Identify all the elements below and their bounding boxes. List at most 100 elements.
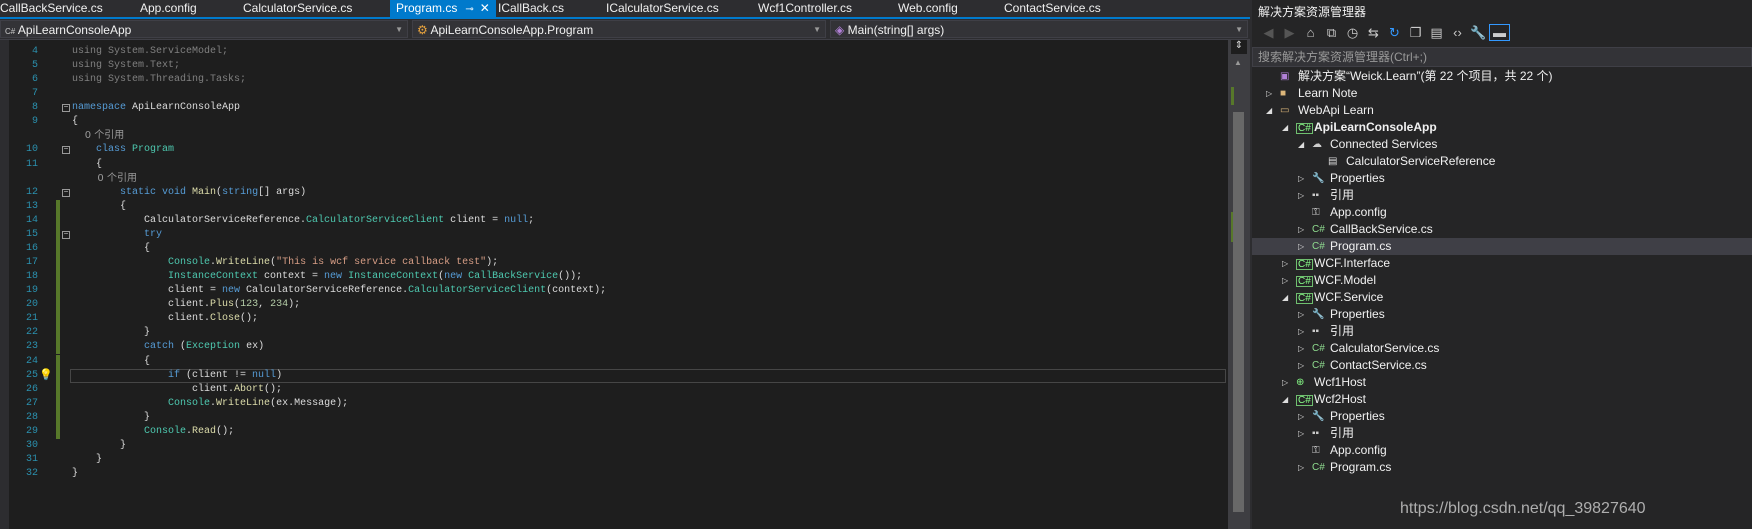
- tree-item[interactable]: ▷ 🔧 Properties: [1252, 408, 1752, 425]
- expanded-arrow-icon[interactable]: ◢: [1266, 102, 1272, 119]
- collapsed-arrow-icon[interactable]: ▷: [1298, 357, 1304, 374]
- class-dropdown[interactable]: ⚙ ApiLearnConsoleApp.Program ▼: [412, 20, 826, 38]
- tree-item[interactable]: ▷ ■ Learn Note: [1252, 85, 1752, 102]
- scrollbar-thumb[interactable]: [1233, 112, 1244, 512]
- collapse-icon[interactable]: −: [62, 230, 70, 239]
- tab-app-config[interactable]: App.config: [140, 0, 197, 17]
- tree-item[interactable]: ▷ C# WCF.Interface: [1252, 255, 1752, 272]
- collapsed-arrow-icon[interactable]: ▷: [1298, 323, 1304, 340]
- collapsed-arrow-icon[interactable]: ▷: [1298, 425, 1304, 442]
- preview-icon[interactable]: ▬: [1489, 24, 1510, 41]
- code-text[interactable]: client.Plus(123, 234);: [72, 298, 300, 312]
- tree-item[interactable]: ⚿ App.config: [1252, 442, 1752, 459]
- switch-views-icon[interactable]: ⧉: [1321, 25, 1342, 41]
- code-text[interactable]: {: [72, 242, 150, 256]
- code-text[interactable]: Console.Read();: [72, 425, 234, 439]
- code-text[interactable]: }: [72, 326, 150, 340]
- expanded-arrow-icon[interactable]: ◢: [1282, 289, 1288, 306]
- code-text[interactable]: }: [72, 411, 150, 425]
- code-text[interactable]: try: [72, 228, 162, 242]
- tree-item[interactable]: ▷ C# CallBackService.cs: [1252, 221, 1752, 238]
- code-text[interactable]: }: [72, 467, 78, 481]
- solution-search-input[interactable]: 搜索解决方案资源管理器(Ctrl+;): [1252, 47, 1752, 67]
- code-text[interactable]: namespace ApiLearnConsoleApp: [72, 101, 240, 115]
- close-icon[interactable]: ✕: [480, 1, 490, 15]
- view-code-icon[interactable]: ‹›: [1447, 25, 1468, 40]
- tab-icalculatorservice-cs[interactable]: ICalculatorService.cs: [606, 0, 719, 17]
- code-text[interactable]: Console.WriteLine("This is wcf service c…: [72, 256, 498, 270]
- tab-calculatorservice-cs[interactable]: CalculatorService.cs: [243, 0, 352, 17]
- back-icon[interactable]: ◀: [1258, 25, 1279, 41]
- tab-callbackservice-cs[interactable]: CallBackService.cs: [0, 0, 103, 17]
- collapse-icon[interactable]: −: [62, 104, 70, 113]
- tree-item[interactable]: ◢ ☁ Connected Services: [1252, 136, 1752, 153]
- tree-item[interactable]: ◢ C# Wcf2Host: [1252, 391, 1752, 408]
- tree-item[interactable]: ▷ C# CalculatorService.cs: [1252, 340, 1752, 357]
- split-window-icon[interactable]: ⇕: [1231, 40, 1247, 54]
- code-text[interactable]: {: [72, 355, 150, 369]
- tree-item[interactable]: ◢ C# WCF.Service: [1252, 289, 1752, 306]
- code-text[interactable]: {: [72, 200, 126, 214]
- collapsed-arrow-icon[interactable]: ▷: [1282, 255, 1288, 272]
- tree-item[interactable]: ▣ 解决方案“Weick.Learn”(第 22 个项目，共 22 个): [1252, 68, 1752, 85]
- tree-item[interactable]: ▷ ⊕ Wcf1Host: [1252, 374, 1752, 391]
- lightbulb-icon[interactable]: 💡: [39, 369, 53, 383]
- refresh-icon[interactable]: ↻: [1384, 25, 1405, 41]
- code-text[interactable]: client.Close();: [72, 312, 258, 326]
- code-text[interactable]: }: [72, 453, 102, 467]
- code-text[interactable]: using System.Threading.Tasks;: [72, 73, 246, 87]
- collapsed-arrow-icon[interactable]: ▷: [1298, 306, 1304, 323]
- pin-icon[interactable]: ⊸: [465, 4, 473, 15]
- collapsed-arrow-icon[interactable]: ▷: [1298, 238, 1304, 255]
- tree-item[interactable]: ▷ 🔧 Properties: [1252, 306, 1752, 323]
- expanded-arrow-icon[interactable]: ◢: [1282, 391, 1288, 408]
- code-text[interactable]: {: [72, 158, 102, 172]
- code-text[interactable]: class Program: [72, 143, 174, 157]
- code-text[interactable]: InstanceContext context = new InstanceCo…: [72, 270, 582, 284]
- tree-item[interactable]: ▷ ▪▪ 引用: [1252, 425, 1752, 442]
- code-text[interactable]: client = new CalculatorServiceReference.…: [72, 284, 606, 298]
- tree-item[interactable]: ◢ ▭ WebApi Learn: [1252, 102, 1752, 119]
- code-text[interactable]: Console.WriteLine(ex.Message);: [72, 397, 348, 411]
- collapsed-arrow-icon[interactable]: ▷: [1266, 85, 1272, 102]
- collapse-icon[interactable]: −: [62, 146, 70, 155]
- tree-item[interactable]: ◢ C# ApiLearnConsoleApp: [1252, 119, 1752, 136]
- collapsed-arrow-icon[interactable]: ▷: [1298, 459, 1304, 476]
- code-text[interactable]: {: [72, 115, 78, 129]
- expanded-arrow-icon[interactable]: ◢: [1298, 136, 1304, 153]
- sync-icon[interactable]: ⇆: [1363, 25, 1384, 41]
- code-text[interactable]: }: [72, 439, 126, 453]
- code-text[interactable]: catch (Exception ex): [72, 340, 264, 354]
- vertical-scrollbar[interactable]: ⇕ ▲: [1228, 40, 1250, 529]
- tree-item[interactable]: ▷ 🔧 Properties: [1252, 170, 1752, 187]
- properties-icon[interactable]: 🔧: [1468, 25, 1489, 41]
- collapsed-arrow-icon[interactable]: ▷: [1298, 187, 1304, 204]
- tree-item[interactable]: ▷ C# WCF.Model: [1252, 272, 1752, 289]
- code-text[interactable]: using System.Text;: [72, 59, 180, 73]
- member-dropdown[interactable]: ◈ Main(string[] args) ▼: [830, 20, 1248, 38]
- code-text[interactable]: static void Main(string[] args): [72, 186, 306, 200]
- collapsed-arrow-icon[interactable]: ▷: [1298, 340, 1304, 357]
- tab-wcf1controller-cs[interactable]: Wcf1Controller.cs: [758, 0, 852, 17]
- expanded-arrow-icon[interactable]: ◢: [1282, 119, 1288, 136]
- tab-icallback-cs[interactable]: ICallBack.cs: [498, 0, 564, 17]
- collapse-all-icon[interactable]: ❐: [1405, 25, 1426, 41]
- code-text[interactable]: CalculatorServiceReference.CalculatorSer…: [72, 214, 534, 228]
- code-text[interactable]: using System.ServiceModel;: [72, 45, 228, 59]
- tab-program-cs[interactable]: Program.cs ⊸ ✕: [390, 0, 496, 17]
- tree-item[interactable]: ▤ CalculatorServiceReference: [1252, 153, 1752, 170]
- project-dropdown[interactable]: C# ApiLearnConsoleApp ▼: [0, 20, 408, 38]
- reference-count[interactable]: 0 个引用: [72, 172, 137, 186]
- tree-item[interactable]: ▷ C# Program.cs: [1252, 459, 1752, 476]
- tree-item[interactable]: ▷ ▪▪ 引用: [1252, 323, 1752, 340]
- collapsed-arrow-icon[interactable]: ▷: [1282, 374, 1288, 391]
- tree-item[interactable]: ▷ C# Program.cs: [1252, 238, 1752, 255]
- pending-changes-icon[interactable]: ◷: [1342, 25, 1363, 41]
- collapsed-arrow-icon[interactable]: ▷: [1282, 272, 1288, 289]
- home-icon[interactable]: ⌂: [1300, 25, 1321, 40]
- tab-contactservice-cs[interactable]: ContactService.cs: [1004, 0, 1101, 17]
- code-text[interactable]: if (client != null): [72, 369, 282, 383]
- collapse-icon[interactable]: −: [62, 188, 70, 197]
- code-text[interactable]: client.Abort();: [72, 383, 282, 397]
- tree-item[interactable]: ▷ C# ContactService.cs: [1252, 357, 1752, 374]
